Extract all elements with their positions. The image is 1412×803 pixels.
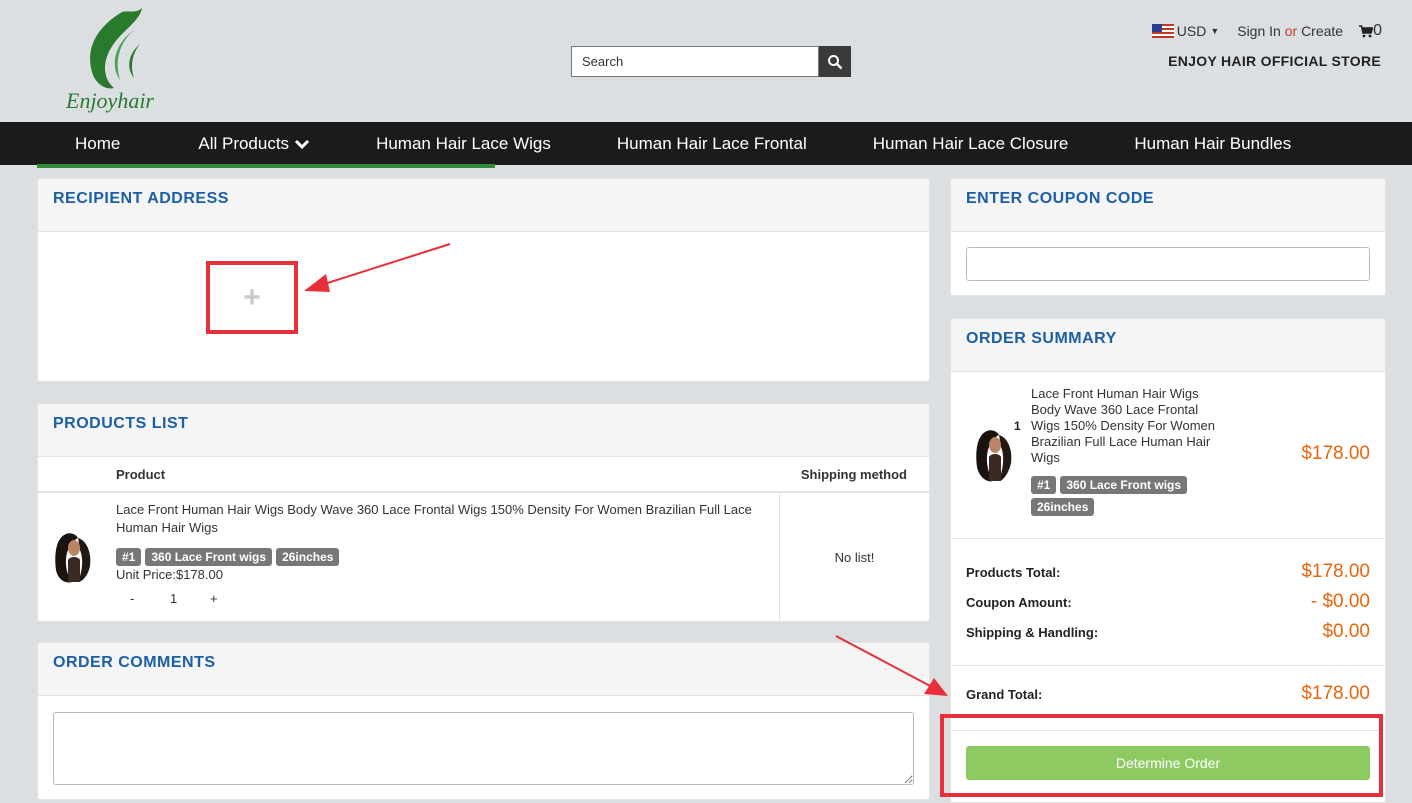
recipient-header: RECIPIENT ADDRESS: [38, 179, 929, 232]
coupon-amount-value: - $0.00: [1310, 591, 1370, 612]
summary-header: ORDER SUMMARY: [951, 319, 1385, 372]
grand-total-row: Grand Total: $178.00: [966, 683, 1370, 705]
grand-total-label: Grand Total:: [966, 686, 1043, 702]
coupon-amount-row: Coupon Amount: - $0.00: [966, 591, 1370, 613]
logo[interactable]: Enjoyhair: [62, 4, 162, 118]
products-header: PRODUCTS LIST: [38, 404, 929, 457]
summary-tag-length: 26inches: [1031, 498, 1095, 516]
caret-down-icon: ▼: [1210, 26, 1220, 36]
product-image[interactable]: [52, 530, 96, 584]
summary-product-image: [973, 427, 1017, 483]
search-icon: [828, 54, 843, 69]
tag-type: 360 Lace Front wigs: [145, 548, 273, 566]
store-name: ENJOY HAIR OFFICIAL STORE: [1168, 53, 1381, 69]
search-button[interactable]: [819, 46, 851, 77]
logo-text: Enjoyhair: [66, 88, 154, 113]
order-comments-textarea[interactable]: [53, 712, 914, 785]
coupon-header: ENTER COUPON CODE: [951, 179, 1385, 232]
recipient-panel: RECIPIENT ADDRESS: [37, 178, 930, 382]
search-bar: [571, 46, 851, 77]
us-flag-icon: [1151, 24, 1174, 38]
comments-header: ORDER COMMENTS: [38, 643, 929, 696]
totals-section: Products Total: $178.00 Coupon Amount: -…: [951, 539, 1385, 666]
tag-color: #1: [116, 548, 142, 566]
cart-button[interactable]: 0: [1359, 22, 1382, 40]
products-panel: PRODUCTS LIST Product Shipping method La…: [37, 403, 930, 622]
comments-panel: ORDER COMMENTS: [37, 642, 930, 800]
col-product: Product: [116, 467, 166, 482]
nav-all-products[interactable]: All Products: [165, 134, 343, 154]
nav-bundles[interactable]: Human Hair Bundles: [1101, 134, 1324, 154]
currency-label: USD: [1176, 23, 1207, 39]
products-total-value: $178.00: [1301, 561, 1370, 582]
summary-title: ORDER SUMMARY: [966, 330, 1117, 347]
main-nav: Home All Products Human Hair Lace Wigs H…: [0, 122, 1412, 165]
shipping-method-cell: No list!: [779, 493, 929, 621]
table-row: Lace Front Human Hair Wigs Body Wave 360…: [38, 493, 929, 621]
products-total-row: Products Total: $178.00: [966, 561, 1370, 583]
shipping-row: Shipping & Handling: $0.00: [966, 621, 1370, 643]
nav-lace-frontal[interactable]: Human Hair Lace Frontal: [584, 134, 840, 154]
header: Enjoyhair USD ▼ Sign In or: [0, 0, 1412, 122]
summary-qty-badge: 1: [1014, 419, 1021, 433]
qty-decrease-button[interactable]: -: [130, 591, 170, 606]
products-title: PRODUCTS LIST: [53, 415, 189, 432]
nav-lace-closure[interactable]: Human Hair Lace Closure: [840, 134, 1102, 154]
col-shipping: Shipping method: [800, 467, 907, 482]
products-total-label: Products Total:: [966, 564, 1061, 580]
cart-icon: [1359, 24, 1374, 37]
grand-total-value: $178.00: [1301, 683, 1370, 704]
search-input[interactable]: [571, 46, 819, 77]
cart-count: 0: [1373, 22, 1382, 39]
create-link[interactable]: Create: [1301, 23, 1343, 39]
comments-title: ORDER COMMENTS: [53, 654, 216, 671]
product-tags: #1 360 Lace Front wigs 26inches: [116, 548, 340, 566]
nav-all-products-label: All Products: [198, 133, 290, 153]
recipient-title: RECIPIENT ADDRESS: [53, 190, 229, 207]
sign-in-link[interactable]: Sign In: [1237, 23, 1281, 39]
or-text: or: [1284, 23, 1298, 39]
add-address-button[interactable]: +: [206, 261, 298, 334]
currency-selector[interactable]: USD ▼: [1151, 23, 1220, 39]
summary-item: 1 Lace Front Human Hair Wigs Body Wave 3…: [951, 372, 1385, 539]
qty-value[interactable]: 1: [170, 591, 210, 606]
coupon-panel: ENTER COUPON CODE: [950, 178, 1386, 296]
chevron-down-icon: [295, 139, 310, 149]
shipping-value: $0.00: [1322, 621, 1370, 642]
qty-increase-button[interactable]: +: [210, 591, 218, 606]
coupon-input[interactable]: [966, 247, 1370, 281]
tag-length: 26inches: [276, 548, 340, 566]
plus-icon: +: [243, 280, 261, 314]
unit-price: Unit Price:$178.00: [116, 567, 223, 582]
summary-tags: #1 360 Lace Front wigs 26inches: [1031, 476, 1211, 516]
product-name[interactable]: Lace Front Human Hair Wigs Body Wave 360…: [116, 501, 766, 537]
summary-tag-type: 360 Lace Front wigs: [1060, 476, 1188, 494]
nav-lace-wigs[interactable]: Human Hair Lace Wigs: [343, 134, 584, 154]
summary-product-name: Lace Front Human Hair Wigs Body Wave 360…: [1031, 386, 1215, 465]
summary-tag-color: #1: [1031, 476, 1057, 494]
leaf-logo-icon: [90, 8, 142, 89]
shipping-label: Shipping & Handling:: [966, 624, 1099, 640]
products-table-header: Product Shipping method: [38, 457, 929, 493]
quantity-stepper: - 1 +: [130, 591, 218, 606]
nav-home[interactable]: Home: [40, 134, 165, 154]
coupon-title: ENTER COUPON CODE: [966, 190, 1155, 207]
coupon-amount-label: Coupon Amount:: [966, 594, 1072, 610]
account-links: USD ▼ Sign In or Create 0: [1151, 22, 1382, 40]
annotation-box: [940, 714, 1383, 797]
loading-bar: [37, 164, 495, 168]
summary-item-price: $178.00: [1301, 443, 1370, 464]
